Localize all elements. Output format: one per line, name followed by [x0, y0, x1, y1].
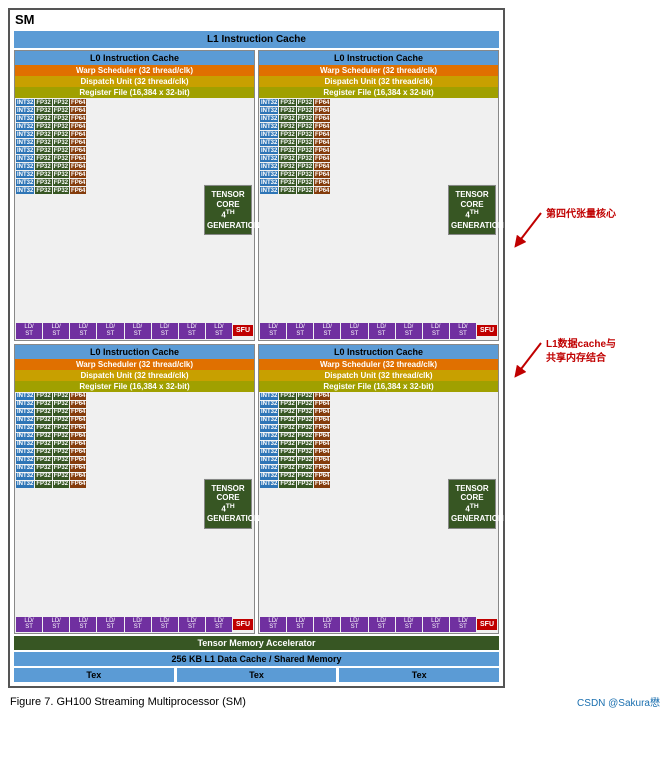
- quadrant-4: L0 Instruction Cache Warp Scheduler (32 …: [258, 344, 499, 635]
- q2-dispatch-unit: Dispatch Unit (32 thread/clk): [259, 76, 498, 87]
- figure-caption: Figure 7. GH100 Streaming Multiprocessor…: [0, 691, 670, 712]
- q1-sfu: SFU: [233, 325, 253, 336]
- q4-warp-scheduler: Warp Scheduler (32 thread/clk): [259, 359, 498, 370]
- q3-warp-scheduler: Warp Scheduler (32 thread/clk): [15, 359, 254, 370]
- arrow-icon-1: [513, 208, 543, 248]
- annotation-tensor-core: 第四代张量核心: [513, 208, 665, 248]
- q1-tensor-core: TENSOR CORE4THGENERATION: [204, 185, 252, 235]
- q4-compute-area: INT32FP32FP32FP64 INT32FP32FP32FP64 INT3…: [259, 392, 498, 616]
- annotation-l1-cache: L1数据cache与 共享内存结合: [513, 338, 665, 378]
- l1-data-cache: 256 KB L1 Data Cache / Shared Memory: [14, 652, 499, 666]
- sm-title: SM: [10, 10, 503, 29]
- q2-tensor-core: TENSOR CORE4THGENERATION: [448, 185, 496, 235]
- q1-compute-area: INT32FP32FP32FP64 INT32FP32FP32FP64 INT3…: [15, 98, 254, 322]
- quadrant-2: L0 Instruction Cache Warp Scheduler (32 …: [258, 50, 499, 341]
- quadrant-1: L0 Instruction Cache Warp Scheduler (32 …: [14, 50, 255, 341]
- l1-instruction-cache: L1 Instruction Cache: [14, 31, 499, 48]
- tex-row: Tex Tex Tex: [14, 668, 499, 682]
- q4-l0-cache: L0 Instruction Cache: [259, 345, 498, 359]
- q4-sfu: SFU: [477, 619, 497, 630]
- q1-sfu-row: LD/ST LD/ST LD/ST LD/ST LD/ST LD/ST LD/S…: [15, 322, 254, 339]
- tex-1: Tex: [14, 668, 174, 682]
- sm-diagram: SM L1 Instruction Cache L0 Instruction C…: [8, 8, 505, 688]
- page-container: SM L1 Instruction Cache L0 Instruction C…: [0, 0, 670, 760]
- annotation-tensor-core-text: 第四代张量核心: [546, 208, 616, 222]
- q2-compute-area: INT32FP32FP32FP64 INT32FP32FP32FP64 INT3…: [259, 98, 498, 322]
- annotation-l1-cache-text: L1数据cache与 共享内存结合: [546, 338, 616, 366]
- q2-warp-scheduler: Warp Scheduler (32 thread/clk): [259, 65, 498, 76]
- q2-register-file: Register File (16,384 x 32-bit): [259, 87, 498, 98]
- q1-l0-cache: L0 Instruction Cache: [15, 51, 254, 65]
- q3-tensor-core: TENSOR CORE4THGENERATION: [204, 479, 252, 529]
- q2-sfu-row: LD/ST LD/ST LD/ST LD/ST LD/ST LD/ST LD/S…: [259, 322, 498, 339]
- q3-compute-area: INT32FP32FP32FP64 INT32FP32FP32FP64 INT3…: [15, 392, 254, 616]
- quadrant-3: L0 Instruction Cache Warp Scheduler (32 …: [14, 344, 255, 635]
- tensor-memory-accelerator: Tensor Memory Accelerator: [14, 636, 499, 650]
- q3-dispatch-unit: Dispatch Unit (32 thread/clk): [15, 370, 254, 381]
- tex-2: Tex: [177, 668, 337, 682]
- top-quadrants-row: L0 Instruction Cache Warp Scheduler (32 …: [14, 50, 499, 341]
- q2-sfu: SFU: [477, 325, 497, 336]
- figure-source: CSDN @Sakura懋: [577, 694, 660, 709]
- q2-l0-cache: L0 Instruction Cache: [259, 51, 498, 65]
- arrow-icon-2: [513, 338, 543, 378]
- q1-dispatch-unit: Dispatch Unit (32 thread/clk): [15, 76, 254, 87]
- q4-sfu-row: LD/ST LD/ST LD/ST LD/ST LD/ST LD/ST LD/S…: [259, 616, 498, 633]
- bottom-quadrants-row: L0 Instruction Cache Warp Scheduler (32 …: [14, 344, 499, 635]
- q3-register-file: Register File (16,384 x 32-bit): [15, 381, 254, 392]
- q3-sfu-row: LD/ST LD/ST LD/ST LD/ST LD/ST LD/ST LD/S…: [15, 616, 254, 633]
- tex-3: Tex: [339, 668, 499, 682]
- q3-sfu: SFU: [233, 619, 253, 630]
- quadrants-container: L0 Instruction Cache Warp Scheduler (32 …: [10, 50, 503, 634]
- q1-warp-scheduler: Warp Scheduler (32 thread/clk): [15, 65, 254, 76]
- q3-l0-cache: L0 Instruction Cache: [15, 345, 254, 359]
- figure-caption-text: Figure 7. GH100 Streaming Multiprocessor…: [10, 696, 246, 708]
- q4-register-file: Register File (16,384 x 32-bit): [259, 381, 498, 392]
- q4-tensor-core: TENSOR CORE4THGENERATION: [448, 479, 496, 529]
- q1-register-file: Register File (16,384 x 32-bit): [15, 87, 254, 98]
- q4-dispatch-unit: Dispatch Unit (32 thread/clk): [259, 370, 498, 381]
- annotations-panel: 第四代张量核心 L1数据cache与 共享内存结合: [505, 8, 665, 688]
